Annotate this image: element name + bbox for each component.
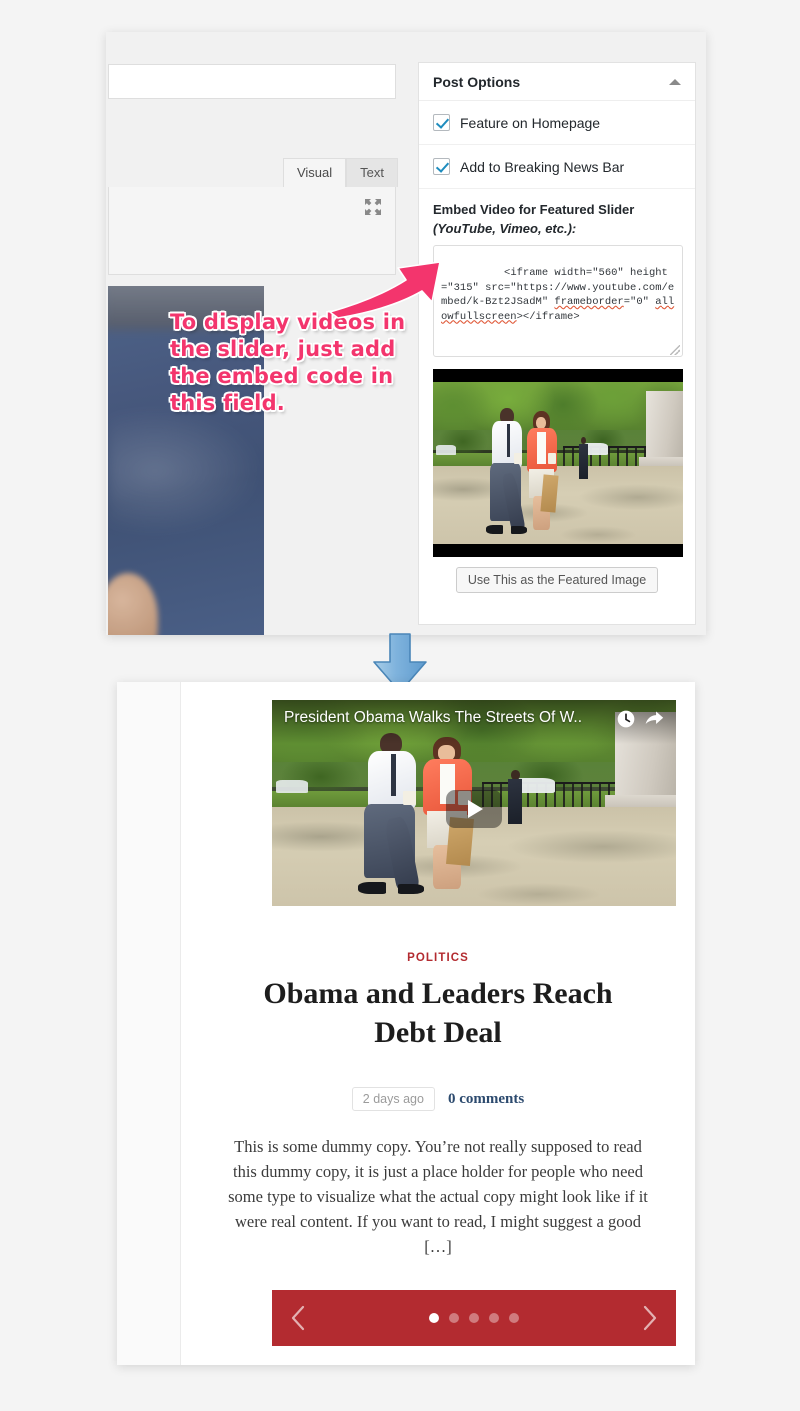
- frontend-preview-panel: President Obama Walks The Streets Of W..…: [117, 682, 695, 1365]
- tab-text[interactable]: Text: [346, 158, 398, 187]
- youtube-video-player[interactable]: President Obama Walks The Streets Of W..: [272, 700, 676, 906]
- embed-section: Embed Video for Featured Slider (YouTube…: [419, 189, 695, 593]
- slider-dot-5[interactable]: [509, 1313, 519, 1323]
- share-arrow-icon[interactable]: [644, 709, 664, 729]
- play-button-icon[interactable]: [446, 790, 502, 829]
- pink-pointer-arrow-icon: [329, 261, 441, 319]
- editor-mode-tabs: Visual Text: [282, 158, 398, 187]
- post-options-metabox: Post Options Feature on Homepage Add to …: [418, 62, 696, 625]
- embed-video-textarea[interactable]: <iframe width="560" height="315" src="ht…: [433, 244, 683, 357]
- embed-label-sub: (YouTube, Vimeo, etc.):: [433, 220, 577, 236]
- post-title-input[interactable]: [108, 64, 396, 99]
- embed-code-part-2: ="0": [623, 296, 656, 309]
- slider-dot-2[interactable]: [449, 1313, 459, 1323]
- post-title[interactable]: Obama and Leaders Reach Debt Deal: [233, 974, 643, 1052]
- embed-code-misspelled-1: frameborder: [554, 296, 624, 309]
- preview-content: President Obama Walks The Streets Of W..…: [180, 682, 695, 1365]
- post-excerpt: This is some dummy copy. You’re not real…: [228, 1137, 648, 1256]
- option-add-to-breaking-news[interactable]: Add to Breaking News Bar: [419, 145, 695, 189]
- option-label: Feature on Homepage: [460, 114, 601, 131]
- textarea-resize-grip[interactable]: [670, 344, 680, 355]
- chevron-right-icon[interactable]: [642, 1305, 658, 1331]
- post-date: 2 days ago: [351, 1087, 435, 1111]
- slider-dot-3[interactable]: [469, 1313, 479, 1323]
- option-feature-on-homepage[interactable]: Feature on Homepage: [419, 101, 695, 145]
- use-as-featured-image-button[interactable]: Use This as the Featured Image: [455, 566, 659, 593]
- slider-dot-1[interactable]: [429, 1313, 439, 1323]
- slider-navigation-bar: [272, 1290, 676, 1346]
- chevron-up-icon[interactable]: [669, 78, 681, 85]
- slider-dot-4[interactable]: [489, 1313, 499, 1323]
- embed-video-label: Embed Video for Featured Slider (YouTube…: [433, 201, 681, 239]
- youtube-title-bar: President Obama Walks The Streets Of W..: [272, 700, 676, 744]
- comments-link[interactable]: 0 comments: [448, 1091, 524, 1108]
- option-label: Add to Breaking News Bar: [460, 158, 625, 175]
- checkbox-feature-on-homepage[interactable]: [433, 114, 450, 131]
- video-title: President Obama Walks The Streets Of W..: [284, 709, 583, 726]
- post-meta: 2 days ago 0 comments: [181, 1087, 695, 1111]
- page-title: Post Options: [433, 73, 521, 90]
- metabox-header[interactable]: Post Options: [419, 63, 695, 101]
- clock-icon[interactable]: [616, 709, 636, 729]
- slider-dots: [429, 1313, 519, 1323]
- featured-image-thumbnail: [433, 368, 683, 557]
- checkbox-add-to-breaking-news[interactable]: [433, 158, 450, 175]
- tab-visual[interactable]: Visual: [282, 158, 347, 187]
- embed-label-main: Embed Video for Featured Slider: [433, 202, 635, 217]
- tutorial-screenshot: Visual Text Post Options Feature on Home…: [0, 0, 800, 1411]
- annotation-text: To display videos in the slider, just ad…: [170, 310, 406, 415]
- chevron-left-icon[interactable]: [290, 1305, 306, 1331]
- embed-code-part-3: ></iframe>: [516, 310, 580, 323]
- post-category[interactable]: POLITICS: [181, 952, 695, 964]
- fullscreen-expand-icon[interactable]: [365, 199, 381, 215]
